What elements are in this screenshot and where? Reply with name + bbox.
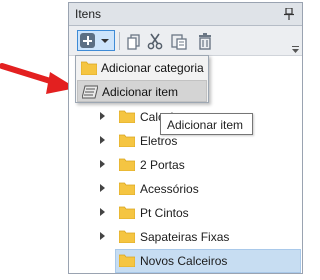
tree-node[interactable]: Pt Cintos (69, 201, 302, 225)
panel-toolbar (69, 26, 302, 56)
add-split-button[interactable] (77, 30, 115, 51)
pin-icon[interactable] (284, 8, 294, 20)
item-icon (82, 85, 98, 99)
delete-icon[interactable] (196, 32, 214, 50)
menu-item-label: Adicionar categoria (101, 61, 204, 75)
menu-item-add-category[interactable]: Adicionar categoria (77, 57, 207, 79)
folder-icon (119, 134, 135, 147)
menu-item-add-item[interactable]: Adicionar item (77, 80, 207, 102)
add-dropdown-menu: Adicionar categoria Adicionar item (75, 55, 209, 103)
paste-icon[interactable] (170, 32, 188, 50)
app-stage: Itens Eletros 2 Portas Acessórios Pt Cin… (0, 0, 310, 280)
tree-node-label: Acessórios (140, 182, 199, 196)
tree-node-label: Pt Cintos (140, 206, 189, 220)
folder-icon (119, 254, 135, 267)
tooltip-text: Adicionar item (167, 118, 244, 132)
toolbar-separator (119, 32, 120, 50)
tree-node-selected[interactable]: Novos Calceiros (115, 249, 301, 273)
tree-node[interactable]: Acessórios (69, 177, 302, 201)
add-icon (80, 33, 95, 48)
folder-icon (119, 206, 135, 219)
tree-node[interactable]: Sapateiras Fixas (69, 225, 302, 249)
tree-node-label: 2 Portas (140, 158, 185, 172)
chevron-right-icon[interactable] (100, 184, 105, 192)
folder-icon (119, 182, 135, 195)
chevron-down-icon[interactable] (101, 39, 109, 43)
chevron-right-icon[interactable] (100, 232, 105, 240)
folder-icon (119, 230, 135, 243)
tree-node[interactable]: 2 Portas (69, 153, 302, 177)
chevron-right-icon[interactable] (100, 112, 105, 120)
menu-item-label: Adicionar item (102, 85, 179, 99)
copy-icon[interactable] (125, 32, 143, 50)
tree-node-label: Eletros (140, 134, 178, 148)
tooltip: Adicionar item (160, 113, 253, 135)
cut-icon[interactable] (146, 32, 164, 50)
folder-icon (119, 110, 135, 123)
folder-icon (81, 61, 97, 75)
folder-icon (119, 158, 135, 171)
tree-node-label: Sapateiras Fixas (140, 230, 230, 244)
chevron-right-icon[interactable] (100, 160, 105, 168)
panel-header: Itens (69, 3, 302, 26)
chevron-right-icon[interactable] (100, 208, 105, 216)
chevron-right-icon[interactable] (100, 136, 105, 144)
panel-title: Itens (75, 7, 102, 21)
tree-node-label: Novos Calceiros (140, 254, 228, 268)
toolbar-overflow-icon[interactable] (292, 46, 299, 53)
